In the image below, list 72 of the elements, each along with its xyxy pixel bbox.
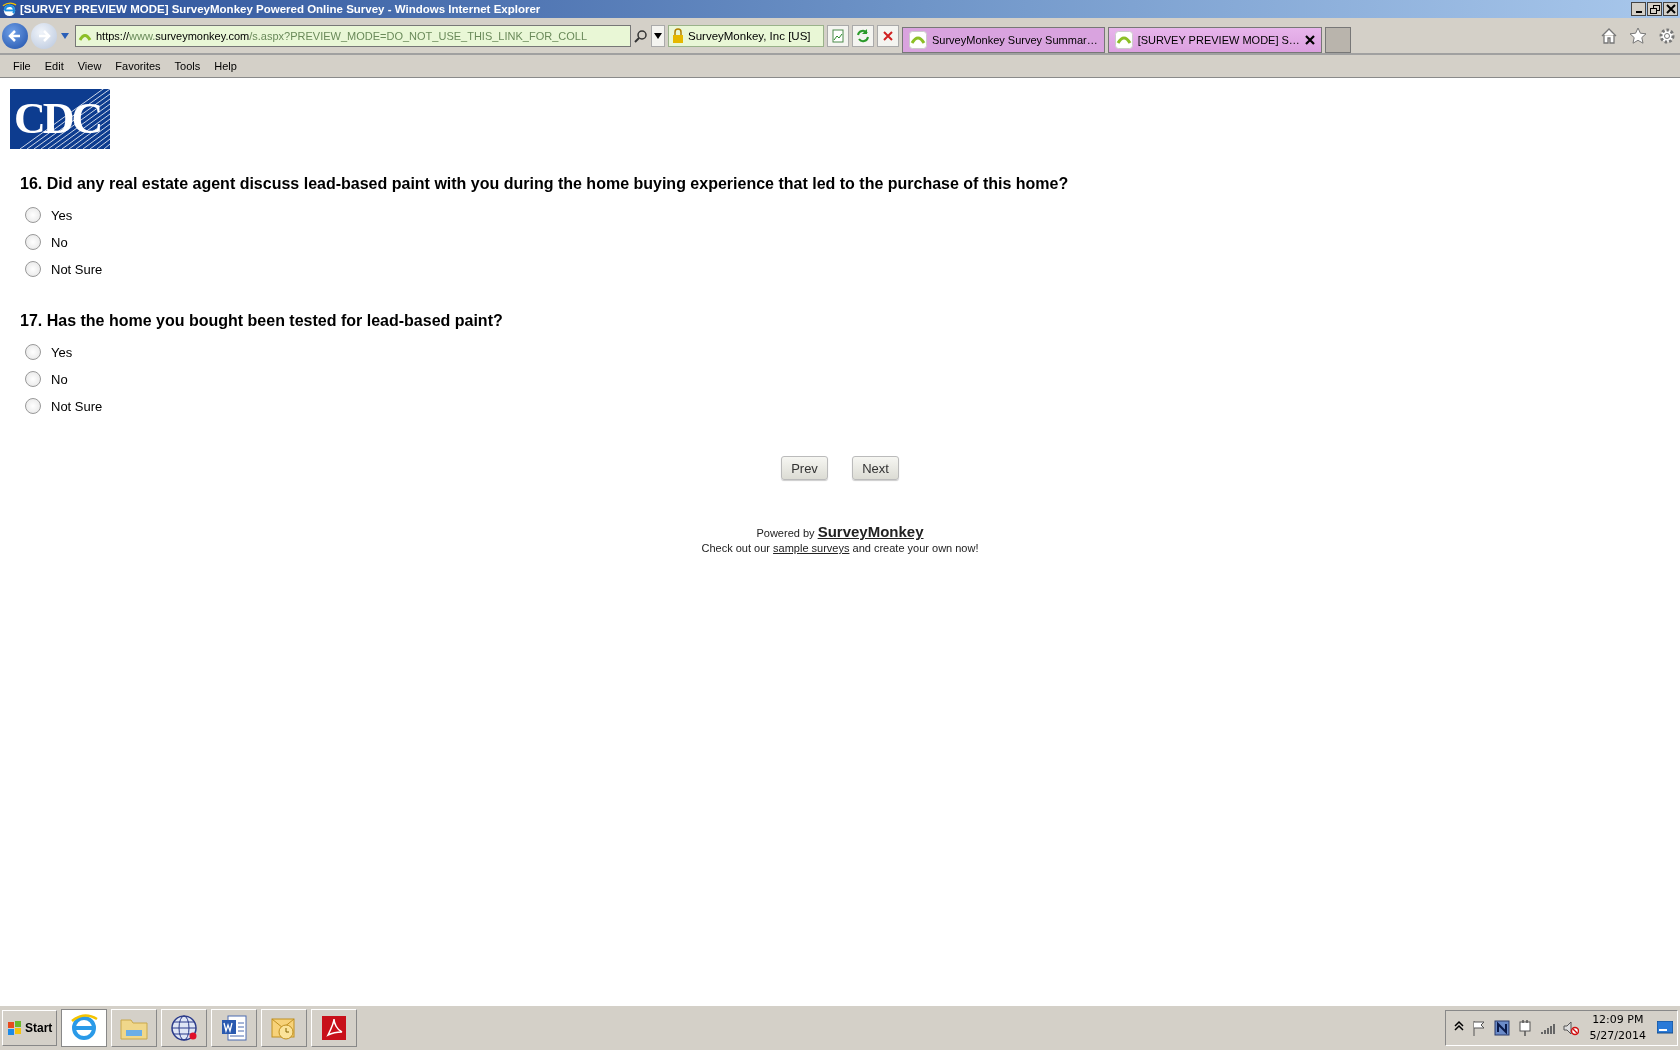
option-label[interactable]: Not Sure [51, 261, 103, 277]
browser-tab[interactable]: SurveyMonkey Survey Summar… [902, 26, 1105, 53]
menu-item[interactable]: View [70, 60, 109, 72]
address-dropdown-button[interactable] [651, 24, 665, 47]
menu-item[interactable]: Tools [167, 60, 208, 72]
url-text: https://www.surveymonkey.com/s.aspx?PREVIEW_MODE=DO_NOT_USE_THIS_LINK_FOR_COLL [96, 29, 587, 42]
windows-logo-icon [7, 1020, 23, 1036]
speaker-muted-icon[interactable] [1562, 1020, 1579, 1036]
clock-date: 5/27/2014 [1589, 1028, 1646, 1044]
refresh-icon[interactable] [852, 24, 874, 47]
compatibility-view-icon[interactable] [827, 24, 849, 47]
option-label[interactable]: No [51, 234, 68, 250]
browser-logo-icon [2, 1, 17, 17]
option-label[interactable]: Yes [51, 344, 73, 360]
restore-icon [1649, 4, 1660, 14]
nav-button[interactable]: Next [852, 456, 899, 480]
dropdown-caret-icon[interactable] [60, 31, 70, 40]
radio-button[interactable] [25, 371, 41, 387]
menu-item[interactable]: Favorites [108, 60, 168, 72]
option-label[interactable]: No [51, 371, 68, 387]
radio-button[interactable] [25, 398, 41, 414]
question-text: 16. Did any real estate agent discuss lead-based paint with you during the home buying experience that led to the purchase of this home? [20, 175, 1070, 193]
restore-button[interactable] [1647, 2, 1662, 16]
powered-by-text: Powered by [756, 527, 816, 539]
stop-icon[interactable] [877, 24, 899, 47]
start-button[interactable]: Start [2, 1010, 58, 1046]
star-icon[interactable] [1629, 26, 1647, 45]
caret-icon [654, 32, 662, 39]
browser-tab[interactable]: [SURVEY PREVIEW MODE] S… [1107, 26, 1322, 53]
document-icon[interactable] [211, 1009, 258, 1047]
address-field[interactable]: https://www.surveymonkey.com/s.aspx?PREVIEW_MODE=DO_NOT_USE_THIS_LINK_FOR_COLL [75, 24, 631, 47]
menu-item[interactable]: File [6, 60, 38, 72]
network-app-icon[interactable] [1493, 1020, 1510, 1036]
question-text: 17. Has the home you bought been tested for lead-based paint? [20, 312, 504, 330]
option-label[interactable]: Yes [51, 207, 73, 223]
security-text: SurveyMonkey, Inc [US] [688, 29, 811, 42]
close-icon [1665, 4, 1676, 14]
minimize-icon [1635, 11, 1642, 13]
padlock-icon [672, 28, 684, 43]
pdf-icon[interactable] [311, 1009, 358, 1047]
home-icon[interactable] [1600, 26, 1618, 45]
clock-time: 12:09 PM [1591, 1012, 1645, 1028]
close-button[interactable] [1663, 2, 1678, 16]
settings-icon[interactable] [1658, 26, 1676, 45]
nav-button[interactable]: Prev [781, 456, 828, 480]
new-tab-button[interactable] [1324, 26, 1351, 53]
globe-icon[interactable] [161, 1009, 208, 1047]
browser-icon[interactable] [61, 1009, 108, 1047]
option-label[interactable]: Not Sure [51, 398, 103, 414]
power-plug-icon[interactable] [1516, 1020, 1533, 1036]
surveymonkey-link[interactable]: SurveyMonkey [817, 523, 924, 540]
site-icon [909, 30, 927, 49]
back-arrow-icon [7, 27, 23, 44]
window-title: [SURVEY PREVIEW MODE] SurveyMonkey Powered Online Survey - Windows Internet Explorer [20, 3, 542, 15]
flag-icon[interactable] [1470, 1020, 1487, 1036]
menu-item[interactable]: Help [207, 60, 244, 72]
menu-item[interactable]: Edit [37, 60, 71, 72]
footer-text: Check out our sample surveys and create your own now! [701, 542, 979, 554]
envelope-clock-icon[interactable] [261, 1009, 308, 1047]
radio-button[interactable] [25, 207, 41, 223]
sample-surveys-link[interactable]: sample surveys [773, 542, 850, 554]
security-report[interactable]: SurveyMonkey, Inc [US] [668, 24, 824, 47]
minimize-button[interactable] [1631, 2, 1646, 16]
radio-button[interactable] [25, 261, 41, 277]
back-button[interactable] [2, 22, 28, 49]
show-desktop-icon[interactable] [1657, 1021, 1673, 1035]
radio-button[interactable] [25, 344, 41, 360]
site-icon [1114, 30, 1133, 49]
radio-button[interactable] [25, 234, 41, 250]
forward-arrow-icon [36, 27, 52, 44]
close-tab-icon[interactable] [1304, 34, 1315, 45]
search-icon[interactable] [634, 28, 648, 43]
